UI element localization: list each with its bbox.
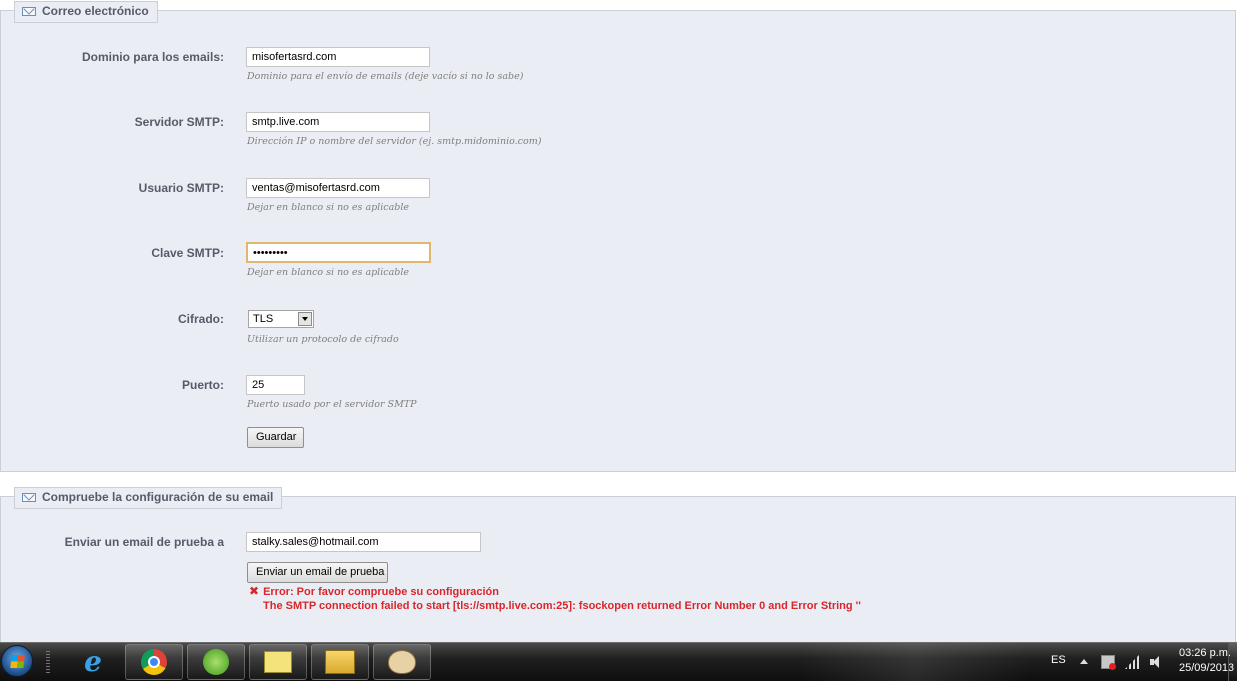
domain-label: Dominio para los emails:: [81, 50, 224, 64]
file-explorer-icon: [325, 650, 355, 674]
smtp-server-input[interactable]: smtp.live.com: [246, 112, 430, 132]
clock-time: 03:26 p.m.: [1179, 647, 1231, 659]
green-app-icon: [203, 649, 229, 675]
envelope-icon: [22, 7, 36, 16]
domain-hint: Dominio para el envío de emails (deje va…: [247, 71, 524, 82]
taskbar-internet-explorer[interactable]: e: [64, 644, 122, 680]
save-button[interactable]: Guardar: [247, 427, 304, 448]
encryption-select[interactable]: TLS: [248, 310, 314, 328]
windows-orb-icon: [1, 645, 33, 677]
network-signal-icon[interactable]: [1125, 655, 1139, 669]
language-indicator[interactable]: ES: [1051, 654, 1066, 666]
smtp-password-hint: Dejar en blanco si no es aplicable: [247, 267, 409, 278]
port-label: Puerto:: [182, 378, 224, 392]
smtp-user-label: Usuario SMTP:: [138, 181, 224, 195]
encryption-label: Cifrado:: [178, 312, 224, 326]
port-hint: Puerto usado por el servidor SMTP: [247, 399, 417, 410]
taskbar-chrome[interactable]: [125, 644, 183, 680]
error-title: Error: Por favor compruebe su configurac…: [263, 586, 499, 598]
internet-explorer-icon: e: [84, 645, 102, 678]
chevron-down-icon[interactable]: [298, 312, 312, 326]
encryption-selected-value: TLS: [253, 313, 274, 325]
show-hidden-icons-icon[interactable]: [1080, 659, 1088, 664]
email-settings-legend: Correo electrónico: [14, 1, 158, 23]
error-detail: The SMTP connection failed to start [tls…: [263, 600, 861, 612]
domain-input[interactable]: misofertasrd.com: [246, 47, 430, 67]
smtp-server-label: Servidor SMTP:: [134, 115, 224, 129]
envelope-icon: [22, 493, 36, 502]
smtp-password-label: Clave SMTP:: [151, 246, 224, 260]
smtp-user-input[interactable]: ventas@misofertasrd.com: [246, 178, 430, 198]
taskbar-sticky-notes[interactable]: [249, 644, 307, 680]
taskbar-grip[interactable]: [46, 651, 50, 675]
clock[interactable]: 03:26 p.m. 25/09/2013: [1179, 646, 1234, 676]
action-center-icon[interactable]: [1101, 655, 1116, 670]
smtp-user-hint: Dejar en blanco si no es aplicable: [247, 202, 409, 213]
sticky-notes-icon: [264, 651, 292, 673]
test-email-legend: Compruebe la configuración de su email: [14, 487, 283, 509]
smtp-password-input[interactable]: •••••••••: [246, 242, 431, 263]
encryption-hint: Utilizar un protocolo de cifrado: [247, 334, 399, 345]
port-input[interactable]: 25: [246, 375, 305, 395]
taskbar-paint[interactable]: [373, 644, 431, 680]
test-email-title: Compruebe la configuración de su email: [42, 490, 274, 504]
show-desktop-button[interactable]: [1228, 643, 1237, 681]
email-settings-title: Correo electrónico: [42, 4, 149, 18]
send-test-email-button[interactable]: Enviar un email de prueba: [247, 562, 388, 583]
paint-icon: [388, 650, 416, 674]
smtp-server-hint: Dirección IP o nombre del servidor (ej. …: [247, 136, 542, 147]
taskbar-file-explorer[interactable]: [311, 644, 369, 680]
error-x-icon: ✖: [249, 584, 260, 598]
clock-date: 25/09/2013: [1179, 662, 1235, 674]
taskbar-green-app[interactable]: [187, 644, 245, 680]
volume-icon[interactable]: [1150, 655, 1164, 669]
error-message: ✖ Error: Por favor compruebe su configur…: [249, 584, 861, 613]
taskbar-background: [800, 643, 1030, 681]
test-email-label: Enviar un email de prueba a: [64, 535, 224, 549]
start-button[interactable]: [0, 643, 36, 681]
email-settings-panel: Correo electrónico: [0, 1, 1236, 472]
taskbar: e ES 03:26 p.m. 25/09/2013: [0, 642, 1237, 681]
chrome-icon: [141, 649, 167, 675]
test-email-input[interactable]: stalky.sales@hotmail.com: [246, 532, 481, 552]
test-email-panel: Compruebe la configuración de su email: [0, 487, 1236, 642]
